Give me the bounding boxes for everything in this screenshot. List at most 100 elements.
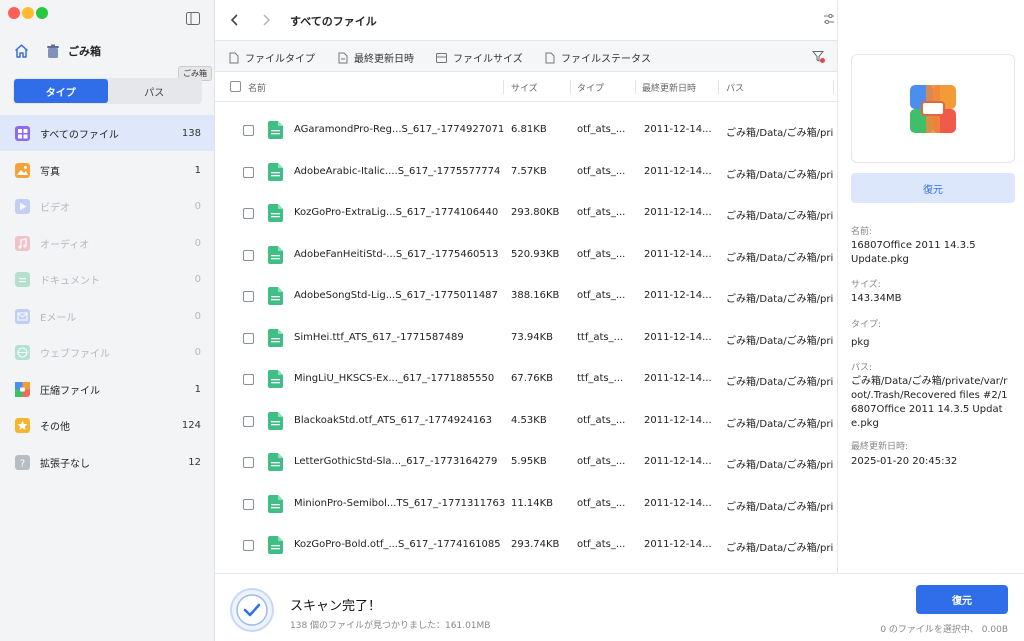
all-files-icon bbox=[15, 125, 30, 141]
table-row[interactable]: MingLiU_HKSCS-Ex..._617_-1771885550 67.76… bbox=[215, 359, 837, 400]
cell-type: ttf_ats_... bbox=[577, 373, 624, 384]
row-checkbox[interactable] bbox=[243, 208, 254, 219]
cell-modified: 2011-12-14... bbox=[644, 290, 712, 301]
table-row[interactable]: SimHei.ttf_ATS_617_-1771587489 73.94KB ttf… bbox=[215, 318, 837, 359]
table-row[interactable]: LetterGothicStd-Sla..._617_-1773164279 5.… bbox=[215, 442, 837, 483]
sidebar-item-archives[interactable]: 圧縮ファイル 1 bbox=[0, 371, 214, 407]
sidebar-item-video[interactable]: ビデオ 0 bbox=[0, 188, 214, 224]
zoom-window-button[interactable] bbox=[36, 7, 48, 19]
row-checkbox[interactable] bbox=[243, 249, 254, 261]
file-icon bbox=[268, 411, 283, 430]
row-checkbox[interactable] bbox=[243, 332, 254, 344]
sidebar-item-audio[interactable]: オーディオ 0 bbox=[0, 225, 214, 261]
name-value: 16807Office 2011 14.3.5 Update.pkg bbox=[851, 240, 976, 265]
sidebar-item-label: Eメール bbox=[40, 312, 77, 324]
sidebar-item-count: 0 bbox=[194, 346, 201, 358]
cell-path: ごみ箱/Data/ごみ箱/pri bbox=[726, 335, 834, 347]
svg-text:?: ? bbox=[20, 458, 25, 469]
sidebar-item-count: 0 bbox=[194, 237, 201, 249]
recover-preview-button[interactable]: 復元 bbox=[851, 173, 1015, 203]
sidebar-toggle-icon[interactable] bbox=[186, 12, 200, 25]
sidebar-item-count: 0 bbox=[194, 310, 201, 322]
table-row[interactable]: MinionPro-Semibol...TS_617_-1771311763 11… bbox=[215, 484, 837, 525]
select-all-checkbox[interactable] bbox=[230, 81, 241, 92]
sidebar-item-no-extension[interactable]: ? 拡張子なし 12 bbox=[0, 444, 214, 480]
trash-icon bbox=[46, 44, 60, 59]
cell-modified: 2011-12-14... bbox=[644, 497, 712, 509]
column-size[interactable]: サイズ bbox=[511, 81, 538, 94]
cell-name: AGaramondPro-Reg...S_617_-1774927071 bbox=[294, 124, 505, 135]
column-header: 名前 サイズ タイプ 最終更新日時 パス bbox=[215, 72, 837, 102]
filter-last-modified[interactable]: 最終更新日時 bbox=[338, 50, 414, 65]
file-icon bbox=[268, 162, 283, 181]
filter-label: ファイルステータス bbox=[561, 54, 651, 65]
cell-type: ttf_ats_... bbox=[577, 331, 624, 343]
sidebar-item-documents[interactable]: ドキュメント 0 bbox=[0, 261, 214, 297]
column-name[interactable]: 名前 bbox=[248, 81, 266, 94]
cell-path: ごみ箱/Data/ごみ箱/pri bbox=[726, 460, 834, 471]
back-icon[interactable] bbox=[230, 13, 240, 27]
sidebar-item-web-files[interactable]: ウェブファイル 0 bbox=[0, 334, 214, 370]
row-checkbox[interactable] bbox=[243, 291, 254, 302]
cell-size: 388.16KB bbox=[511, 290, 560, 301]
forward-icon[interactable] bbox=[261, 13, 271, 27]
row-checkbox[interactable] bbox=[243, 457, 254, 468]
tab-path[interactable]: パス bbox=[108, 79, 202, 103]
sidebar-item-email[interactable]: Eメール 0 bbox=[0, 298, 214, 334]
sidebar-item-count: 12 bbox=[188, 456, 201, 468]
filter-clear-icon[interactable] bbox=[812, 50, 825, 63]
table-row[interactable]: AdobeSongStd-Lig...S_617_-1775011487 388.… bbox=[215, 276, 837, 317]
row-checkbox[interactable] bbox=[243, 125, 254, 136]
cell-size: 7.57KB bbox=[511, 165, 547, 177]
column-path[interactable]: パス bbox=[726, 81, 744, 94]
file-icon bbox=[268, 328, 283, 347]
column-type[interactable]: タイプ bbox=[577, 81, 604, 94]
file-icon bbox=[268, 121, 283, 139]
cell-name: AdobeArabic-Italic....S_617_-1775577774 bbox=[294, 165, 501, 177]
filter-file-size[interactable]: ファイルサイズ bbox=[436, 50, 523, 65]
filter-file-status[interactable]: ファイルステータス bbox=[545, 50, 651, 65]
disk-icon bbox=[436, 52, 447, 63]
modified-label: 最終更新日時: bbox=[851, 442, 909, 452]
tab-type[interactable]: タイプ bbox=[14, 79, 108, 103]
cell-modified: 2011-12-14... bbox=[644, 331, 712, 343]
file-icon bbox=[268, 536, 283, 554]
filter-label: ファイルサイズ bbox=[453, 54, 523, 65]
table-row[interactable]: AGaramondPro-Reg...S_617_-1774927071 6.81… bbox=[215, 110, 837, 151]
location-label: ごみ箱 bbox=[68, 45, 101, 58]
cell-type: otf_ats_... bbox=[577, 124, 626, 135]
row-checkbox[interactable] bbox=[243, 374, 254, 385]
cell-type: otf_ats_... bbox=[577, 414, 626, 426]
filter-label: 最終更新日時 bbox=[354, 54, 414, 65]
filter-file-type[interactable]: ファイルタイプ bbox=[229, 50, 315, 65]
row-checkbox[interactable] bbox=[243, 540, 254, 551]
cell-name: KozGoPro-ExtraLig...S_617_-1774106440 bbox=[294, 207, 499, 218]
close-window-button[interactable] bbox=[8, 7, 20, 19]
cell-name: MingLiU_HKSCS-Ex..._617_-1771885550 bbox=[294, 373, 495, 384]
home-icon[interactable] bbox=[14, 44, 29, 58]
table-row[interactable]: BlackoakStd.otf_ATS_617_-1774924163 4.53K… bbox=[215, 401, 837, 442]
sidebar-item-other[interactable]: その他 124 bbox=[0, 407, 214, 443]
minimize-window-button[interactable] bbox=[22, 7, 34, 19]
row-checkbox[interactable] bbox=[243, 415, 254, 427]
document-icon bbox=[15, 271, 30, 287]
sidebar-item-photos[interactable]: 写真 1 bbox=[0, 152, 214, 188]
question-icon: ? bbox=[15, 454, 30, 470]
table-row[interactable]: AdobeArabic-Italic....S_617_-1775577774 7… bbox=[215, 152, 837, 193]
filter-bar: ファイルタイプ 最終更新日時 ファイルサイズ ファイルステータス bbox=[215, 41, 837, 72]
cell-size: 6.81KB bbox=[511, 124, 547, 135]
sidebar-item-all-files[interactable]: すべてのファイル 138 bbox=[0, 115, 214, 151]
cell-modified: 2011-12-14... bbox=[644, 456, 712, 467]
row-checkbox[interactable] bbox=[243, 498, 254, 510]
row-checkbox[interactable] bbox=[243, 166, 254, 178]
scan-complete-icon bbox=[229, 587, 275, 633]
file-icon bbox=[268, 494, 283, 513]
column-modified[interactable]: 最終更新日時 bbox=[642, 81, 696, 94]
table-row[interactable]: KozGoPro-Bold.otf_...S_617_-1774161085 29… bbox=[215, 525, 837, 566]
sidebar-item-label: 圧縮ファイル bbox=[40, 385, 100, 397]
table-row[interactable]: KozGoPro-ExtraLig...S_617_-1774106440 293… bbox=[215, 193, 837, 234]
table-row[interactable]: AdobeFanHeitiStd-...S_617_-1775460513 520… bbox=[215, 235, 837, 276]
cell-modified: 2011-12-14... bbox=[644, 248, 712, 260]
recover-button[interactable]: 復元 bbox=[916, 585, 1008, 614]
settings-sliders-icon[interactable] bbox=[823, 13, 835, 25]
